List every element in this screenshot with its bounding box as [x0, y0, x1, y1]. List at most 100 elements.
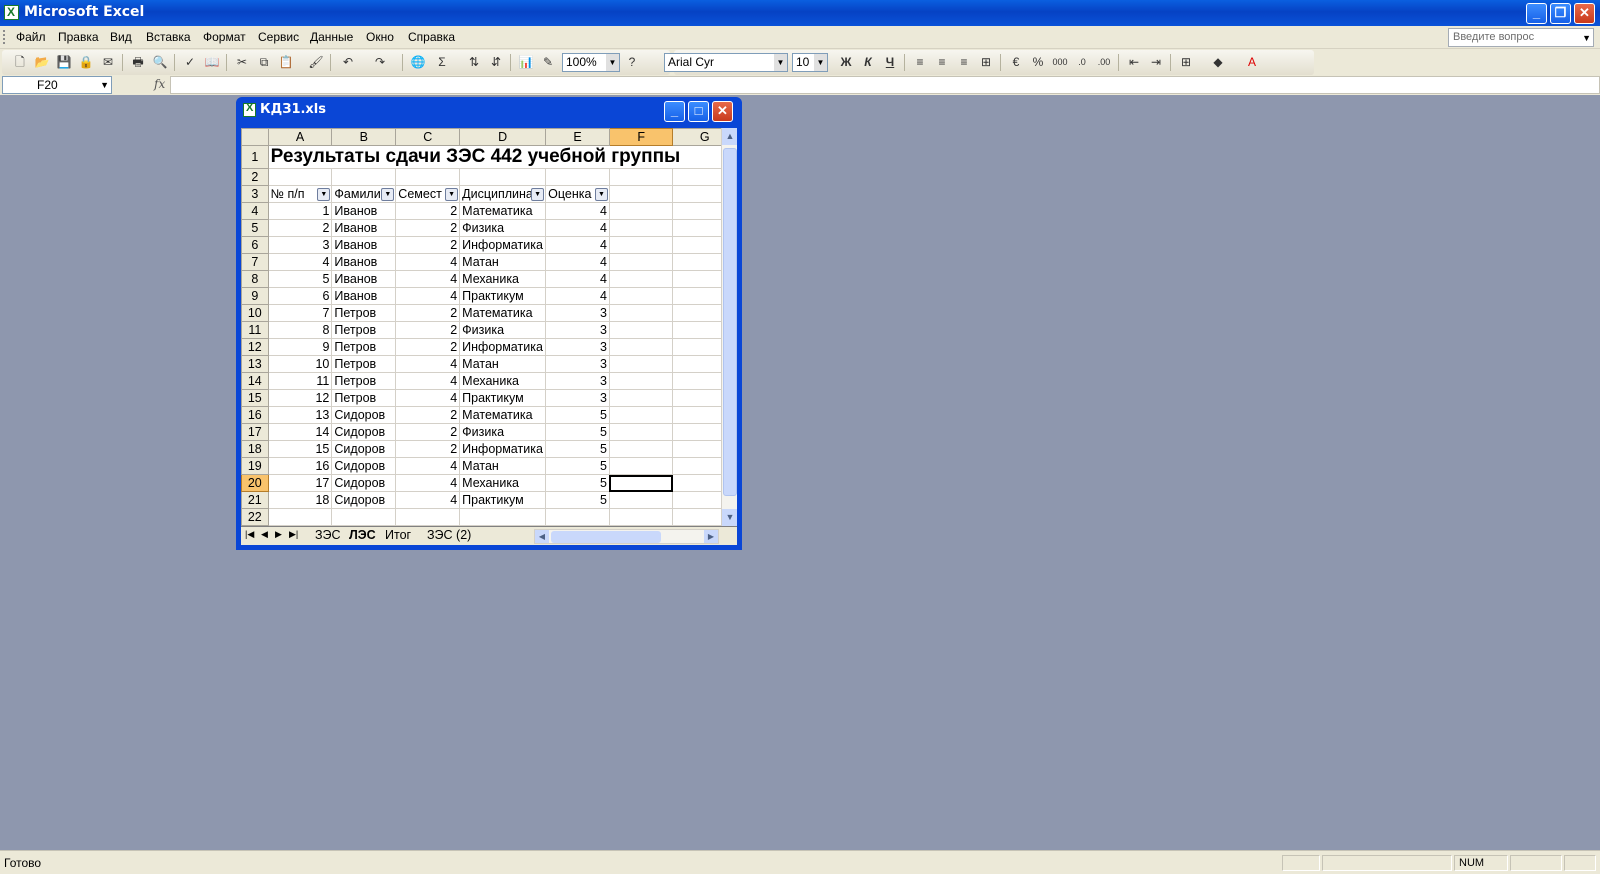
cell[interactable]: Петров: [331, 355, 397, 373]
prev-sheet-icon[interactable]: ◀: [261, 529, 268, 540]
cell[interactable]: Информатика: [459, 338, 547, 356]
workbook-minimize-button[interactable]: _: [664, 101, 685, 122]
cell[interactable]: Матан: [459, 457, 547, 475]
chart-wizard-icon[interactable]: 📊: [518, 54, 534, 70]
menu-tools[interactable]: Сервис: [258, 30, 299, 44]
autofilter-dropdown-icon[interactable]: ▼: [531, 188, 545, 201]
undo-icon[interactable]: ↶: [340, 54, 356, 70]
row-header[interactable]: 12: [241, 338, 269, 356]
cell[interactable]: [608, 389, 674, 407]
cell[interactable]: [608, 423, 674, 441]
copy-icon[interactable]: ⧉: [256, 54, 272, 70]
zoom-select[interactable]: 100% ▼: [562, 53, 620, 72]
insert-function-icon[interactable]: fx: [154, 77, 165, 91]
cell[interactable]: 5: [545, 440, 610, 458]
cell[interactable]: [545, 168, 610, 186]
cell[interactable]: Математика: [459, 406, 547, 424]
cell[interactable]: 3: [545, 389, 610, 407]
scroll-up-icon[interactable]: ▲: [722, 128, 737, 145]
currency-icon[interactable]: €: [1008, 54, 1024, 70]
menu-view[interactable]: Вид: [110, 30, 132, 44]
redo-icon[interactable]: ↷: [372, 54, 388, 70]
cell[interactable]: [608, 270, 674, 288]
column-header-cell[interactable]: Дисциплина ▼: [459, 185, 547, 203]
menu-help[interactable]: Справка: [408, 30, 455, 44]
cell[interactable]: 7: [267, 304, 333, 322]
cell[interactable]: Механика: [459, 474, 547, 492]
column-header-b[interactable]: B: [331, 128, 397, 146]
restore-button[interactable]: ❐: [1550, 3, 1571, 24]
chevron-down-icon[interactable]: ▼: [606, 54, 619, 71]
drawing-icon[interactable]: ✎: [540, 54, 556, 70]
cell[interactable]: 3: [545, 304, 610, 322]
scroll-right-icon[interactable]: ▶: [704, 530, 718, 543]
vertical-scrollbar[interactable]: ▲ ▼: [721, 128, 737, 526]
cell[interactable]: 4: [545, 202, 610, 220]
cell[interactable]: Практикум: [459, 287, 547, 305]
cell[interactable]: Сидоров: [331, 423, 397, 441]
column-header-cell[interactable]: № п/п ▼: [267, 185, 333, 203]
cell[interactable]: 5: [267, 270, 333, 288]
row-header[interactable]: 15: [241, 389, 269, 407]
cell[interactable]: Петров: [331, 338, 397, 356]
decrease-indent-icon[interactable]: ⇤: [1126, 54, 1142, 70]
cell[interactable]: Физика: [459, 423, 547, 441]
autofilter-dropdown-icon[interactable]: ▼: [445, 188, 459, 201]
cell[interactable]: Иванов: [331, 202, 397, 220]
cell[interactable]: [608, 321, 674, 339]
cell[interactable]: 2: [395, 440, 461, 458]
cell[interactable]: [608, 287, 674, 305]
cell[interactable]: 4: [545, 270, 610, 288]
help-icon[interactable]: ?: [624, 54, 640, 70]
cell[interactable]: [608, 355, 674, 373]
cell[interactable]: 18: [267, 491, 333, 509]
cell[interactable]: 3: [545, 355, 610, 373]
cell[interactable]: 4: [267, 253, 333, 271]
minimize-button[interactable]: _: [1526, 3, 1547, 24]
cell[interactable]: Иванов: [331, 270, 397, 288]
row-header[interactable]: 2: [241, 168, 269, 186]
cell[interactable]: Иванов: [331, 287, 397, 305]
paste-icon[interactable]: 📋: [278, 54, 294, 70]
cell[interactable]: [608, 491, 674, 509]
column-header-cell[interactable]: Семест ▼: [395, 185, 461, 203]
email-icon[interactable]: ✉: [100, 54, 116, 70]
cell[interactable]: [395, 508, 461, 526]
cell[interactable]: Математика: [459, 202, 547, 220]
workbook-close-button[interactable]: ✕: [712, 101, 733, 122]
font-color-icon[interactable]: A: [1244, 54, 1260, 70]
cell[interactable]: Информатика: [459, 440, 547, 458]
cell[interactable]: 2: [395, 219, 461, 237]
cell[interactable]: 2: [395, 236, 461, 254]
underline-button[interactable]: Ч: [882, 54, 898, 70]
cell[interactable]: Петров: [331, 304, 397, 322]
cell[interactable]: 14: [267, 423, 333, 441]
cell[interactable]: 4: [545, 287, 610, 305]
bold-button[interactable]: Ж: [838, 54, 854, 70]
cell[interactable]: 15: [267, 440, 333, 458]
cell[interactable]: 13: [267, 406, 333, 424]
cell[interactable]: Математика: [459, 304, 547, 322]
cell[interactable]: 4: [395, 253, 461, 271]
cell[interactable]: [608, 304, 674, 322]
cell[interactable]: Матан: [459, 355, 547, 373]
cell[interactable]: Информатика: [459, 236, 547, 254]
cell[interactable]: [267, 508, 333, 526]
font-size-select[interactable]: 10 ▼: [792, 53, 828, 72]
autofilter-dropdown-icon[interactable]: ▼: [317, 188, 331, 201]
spreadsheet-grid[interactable]: A B C D E F G 1 Результаты сдачи ЗЭС 442 учебной…: [241, 128, 737, 526]
column-header-cell[interactable]: Оценка ▼: [545, 185, 610, 203]
cell[interactable]: Сидоров: [331, 474, 397, 492]
spelling-icon[interactable]: ✓: [182, 54, 198, 70]
chevron-down-icon[interactable]: ▼: [814, 54, 827, 71]
cell[interactable]: [545, 508, 610, 526]
row-header[interactable]: 16: [241, 406, 269, 424]
cell[interactable]: 5: [545, 474, 610, 492]
scroll-down-icon[interactable]: ▼: [722, 509, 737, 526]
cell[interactable]: 3: [545, 372, 610, 390]
cell[interactable]: 8: [267, 321, 333, 339]
align-center-icon[interactable]: ≡: [934, 54, 950, 70]
row-header[interactable]: 22: [241, 508, 269, 526]
cell[interactable]: 2: [395, 406, 461, 424]
cell[interactable]: Практикум: [459, 389, 547, 407]
